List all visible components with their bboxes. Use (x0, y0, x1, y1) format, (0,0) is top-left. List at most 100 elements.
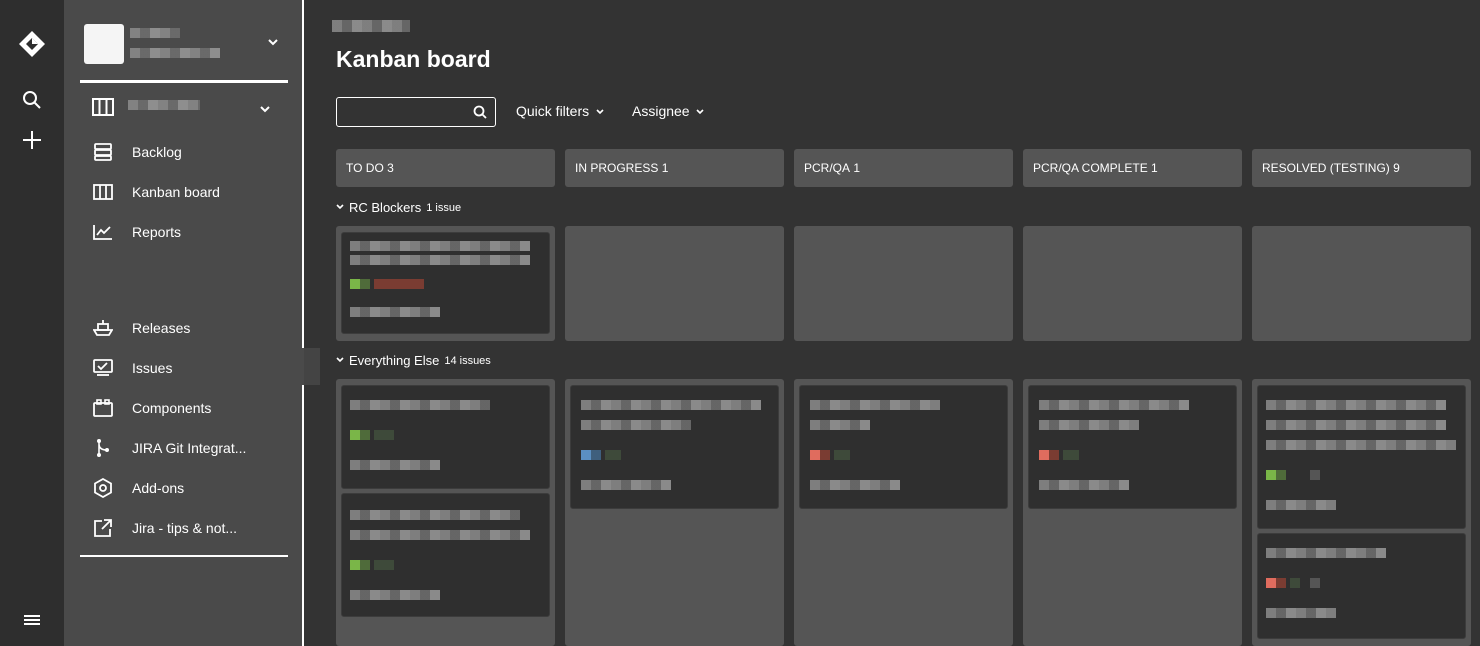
git-icon (92, 437, 114, 459)
sidebar-item-git-integration[interactable]: JIRA Git Integrat... (92, 434, 282, 462)
hamburger-icon[interactable] (16, 604, 48, 636)
card-key-redacted (350, 590, 440, 600)
card-badges (581, 450, 641, 460)
issue-card[interactable] (1028, 385, 1237, 509)
card-key-redacted (1266, 608, 1336, 618)
column-cell (336, 226, 555, 341)
column-count: 1 (661, 161, 669, 175)
card-summary-redacted (1266, 420, 1446, 430)
card-key-redacted (810, 480, 900, 490)
backlog-icon (92, 141, 114, 163)
quick-filters-label: Quick filters (516, 103, 590, 119)
board-name-redacted (128, 100, 200, 110)
sidebar-item-issues[interactable]: Issues (92, 354, 282, 382)
column-count: 1 (853, 161, 861, 175)
board-switcher[interactable] (80, 96, 288, 120)
sidebar-item-backlog[interactable]: Backlog (92, 138, 282, 166)
issues-icon (92, 357, 114, 379)
breadcrumb[interactable] (332, 20, 410, 32)
issue-card[interactable] (1257, 533, 1466, 639)
card-key-redacted (350, 460, 440, 470)
external-link-icon (92, 517, 114, 539)
search-icon (473, 105, 487, 119)
sidebar-item-label: Issues (132, 360, 173, 376)
sidebar-border (302, 0, 304, 646)
chevron-down-icon (696, 109, 705, 115)
card-summary-redacted (350, 510, 520, 520)
quick-filters-dropdown[interactable]: Quick filters (516, 103, 604, 119)
swimlane-header-rc-blockers[interactable]: RC Blockers 1 issue (336, 200, 461, 215)
page-title: Kanban board (336, 46, 491, 72)
search-input[interactable] (336, 97, 496, 127)
card-key-redacted (581, 480, 671, 490)
column-header-pcr-qa-complete: PCR/QA COMPLETE 1 (1023, 149, 1242, 187)
column-name: RESOLVED (TESTING) (1262, 161, 1390, 175)
sidebar-item-label: Jira - tips & not... (132, 520, 238, 536)
card-summary-redacted (350, 255, 530, 265)
card-summary-redacted (581, 420, 691, 430)
assignee-dropdown[interactable]: Assignee (632, 103, 705, 119)
swimlane-count: 14 issues (444, 354, 491, 367)
swimlane-count: 1 issue (426, 201, 462, 214)
column-cell (336, 379, 555, 646)
sidebar-item-kanban-board[interactable]: Kanban board (92, 178, 282, 206)
chevron-down-icon (260, 100, 270, 118)
card-summary-redacted (810, 420, 870, 430)
card-badges (1039, 450, 1099, 460)
card-badges (810, 450, 870, 460)
column-cell (565, 226, 784, 341)
column-name: TO DO (346, 161, 384, 175)
card-summary-redacted (350, 400, 490, 410)
card-key-redacted (1266, 500, 1336, 510)
sidebar-item-add-ons[interactable]: Add-ons (92, 474, 282, 502)
divider (80, 555, 288, 557)
issue-card[interactable] (341, 493, 550, 617)
column-header-in-progress: IN PROGRESS 1 (565, 149, 784, 187)
chevron-down-icon (336, 355, 344, 366)
column-name: IN PROGRESS (575, 161, 659, 175)
chevron-down-icon (336, 202, 344, 213)
sidebar-item-releases[interactable]: Releases (92, 314, 282, 342)
global-nav (0, 0, 64, 646)
card-summary-redacted (1266, 548, 1386, 558)
card-badges (350, 430, 410, 440)
column-count: 3 (387, 161, 394, 175)
sidebar-item-label: Components (132, 400, 212, 416)
issue-card[interactable] (1257, 385, 1466, 529)
card-badges (350, 560, 410, 570)
ship-icon (92, 317, 114, 339)
card-summary-redacted (1039, 400, 1189, 410)
reports-icon (92, 221, 114, 243)
column-cell (794, 379, 1013, 646)
column-cell (1252, 226, 1471, 341)
issue-card[interactable] (341, 232, 550, 334)
sidebar-item-label: JIRA Git Integrat... (132, 440, 247, 456)
issue-card[interactable] (799, 385, 1008, 509)
swimlane-name: Everything Else (349, 353, 440, 368)
swimlane-name: RC Blockers (349, 200, 422, 215)
issue-card[interactable] (341, 385, 550, 489)
sidebar-item-label: Reports (132, 224, 182, 240)
chevron-down-icon (268, 34, 278, 49)
column-count: 1 (1151, 161, 1158, 175)
issue-card[interactable] (570, 385, 779, 509)
card-summary-redacted (581, 400, 761, 410)
column-cell (1023, 226, 1242, 341)
jira-logo-icon[interactable] (16, 28, 48, 60)
sidebar-item-label: Backlog (132, 144, 182, 160)
search-icon[interactable] (16, 84, 48, 116)
main-content: Kanban board Quick filters Assignee TO D… (320, 0, 1480, 646)
components-icon (92, 397, 114, 419)
plus-icon[interactable] (16, 124, 48, 156)
column-count: 9 (1393, 161, 1400, 175)
swimlane-header-everything-else[interactable]: Everything Else 14 issues (336, 353, 491, 368)
project-name-redacted (130, 28, 180, 38)
card-summary-redacted (810, 400, 940, 410)
project-switcher[interactable] (80, 22, 288, 66)
project-sidebar: Backlog Kanban board Reports Releases Is… (64, 0, 304, 646)
sidebar-item-jira-tips[interactable]: Jira - tips & not... (92, 514, 282, 542)
column-cell (1023, 379, 1242, 646)
sidebar-item-reports[interactable]: Reports (92, 218, 282, 246)
sidebar-item-components[interactable]: Components (92, 394, 282, 422)
column-cell (1252, 379, 1471, 646)
